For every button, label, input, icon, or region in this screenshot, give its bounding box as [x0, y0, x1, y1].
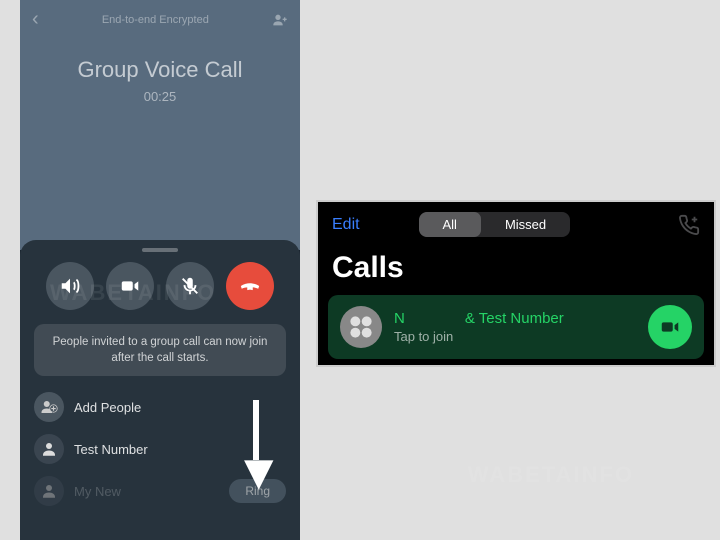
card-name-1: N: [394, 310, 405, 327]
person-icon: [34, 434, 64, 464]
sheet-handle[interactable]: [142, 248, 178, 252]
tab-all[interactable]: All: [419, 212, 481, 237]
segmented-control: All Missed: [419, 212, 571, 237]
participant-name-dim: My New: [74, 484, 219, 499]
watermark: WABETAINFO: [468, 462, 634, 488]
left-screenshot: ‹ End-to-end Encrypted Group Voice Call …: [20, 0, 300, 540]
call-timer: 00:25: [20, 89, 300, 104]
right-screenshot: Edit All Missed Calls N & Test Number Ta…: [316, 200, 716, 367]
annotation-arrow-line: [253, 400, 259, 460]
mute-button[interactable]: [166, 262, 214, 310]
edit-button[interactable]: Edit: [332, 216, 360, 234]
active-call-card[interactable]: N & Test Number Tap to join: [328, 295, 704, 359]
encrypted-label: End-to-end Encrypted: [39, 14, 272, 26]
add-people-icon: [34, 392, 64, 422]
card-name-2: & Test Number: [465, 310, 564, 327]
call-title: Group Voice Call: [20, 57, 300, 83]
page-title: Calls: [318, 247, 714, 295]
participant-row-dim[interactable]: My New Ring: [20, 470, 300, 512]
person-icon: [34, 476, 64, 506]
add-participant-icon[interactable]: [272, 12, 288, 28]
info-box: People invited to a group call can now j…: [34, 324, 286, 376]
join-video-button[interactable]: [648, 305, 692, 349]
back-icon[interactable]: ‹: [32, 8, 39, 31]
group-avatar-icon: [340, 306, 382, 348]
dim-overlay: ‹ End-to-end Encrypted Group Voice Call …: [20, 0, 300, 250]
new-call-icon[interactable]: [678, 214, 700, 236]
card-subtitle: Tap to join: [394, 329, 636, 344]
hangup-button[interactable]: [226, 262, 274, 310]
bottom-sheet: People invited to a group call can now j…: [20, 240, 300, 540]
video-button[interactable]: [106, 262, 154, 310]
speaker-button[interactable]: [46, 262, 94, 310]
ring-button[interactable]: Ring: [229, 479, 286, 503]
tab-missed[interactable]: Missed: [481, 212, 570, 237]
